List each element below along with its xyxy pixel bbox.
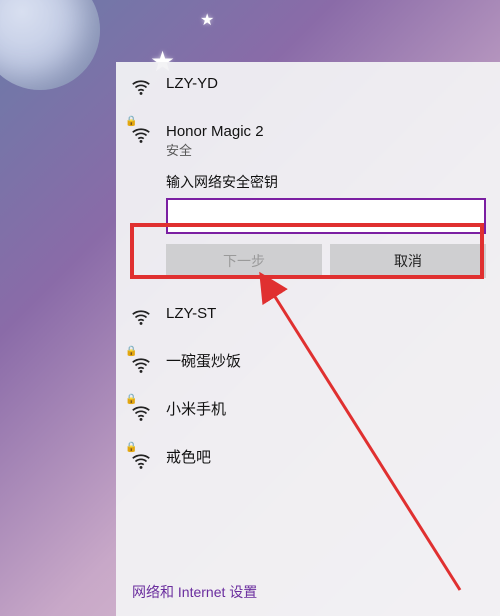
wifi-network-item[interactable]: 🔒 一碗蛋炒饭	[116, 340, 500, 388]
wifi-signal-icon: 🔒	[130, 354, 152, 376]
wifi-signal-icon	[130, 306, 152, 328]
wifi-network-name: 小米手机	[166, 400, 486, 420]
lock-icon: 🔒	[125, 346, 137, 357]
wifi-signal-icon: 🔒	[130, 124, 152, 146]
wifi-signal-icon: 🔒	[130, 450, 152, 472]
wifi-network-name: LZY-ST	[166, 304, 486, 324]
lock-icon: 🔒	[125, 394, 137, 405]
network-settings-link[interactable]: 网络和 Internet 设置	[116, 568, 500, 616]
wifi-network-item-selected[interactable]: 🔒 Honor Magic 2 安全	[116, 110, 500, 172]
wifi-password-section: 输入网络安全密钥 下一步 取消	[116, 172, 500, 292]
cancel-button[interactable]: 取消	[330, 244, 486, 278]
lock-icon: 🔒	[125, 442, 137, 453]
wifi-network-item[interactable]: 🔒 戒色吧	[116, 436, 500, 484]
network-password-input[interactable]	[166, 198, 486, 234]
wifi-network-item[interactable]: LZY-YD	[116, 62, 500, 110]
next-button[interactable]: 下一步	[166, 244, 322, 278]
wifi-flyout: LZY-YD 🔒 Honor Magic 2 安全 输入网络安全密钥 下一步 取…	[116, 62, 500, 616]
wifi-network-name: LZY-YD	[166, 74, 486, 94]
wifi-network-item[interactable]: 🔒 小米手机	[116, 388, 500, 436]
wifi-security-label: 安全	[166, 142, 486, 160]
wifi-signal-icon	[130, 76, 152, 98]
password-buttons: 下一步 取消	[166, 244, 486, 278]
wifi-network-name: 戒色吧	[166, 448, 486, 468]
decor-moon	[0, 0, 100, 90]
lock-icon: 🔒	[125, 116, 137, 127]
decor-star-icon: ★	[200, 10, 214, 30]
wifi-network-name: Honor Magic 2	[166, 122, 486, 142]
password-prompt-label: 输入网络安全密钥	[166, 172, 486, 192]
wifi-network-list: LZY-YD 🔒 Honor Magic 2 安全 输入网络安全密钥 下一步 取…	[116, 62, 500, 568]
wifi-network-item[interactable]: LZY-ST	[116, 292, 500, 340]
wifi-signal-icon: 🔒	[130, 402, 152, 424]
wifi-network-name: 一碗蛋炒饭	[166, 352, 486, 372]
